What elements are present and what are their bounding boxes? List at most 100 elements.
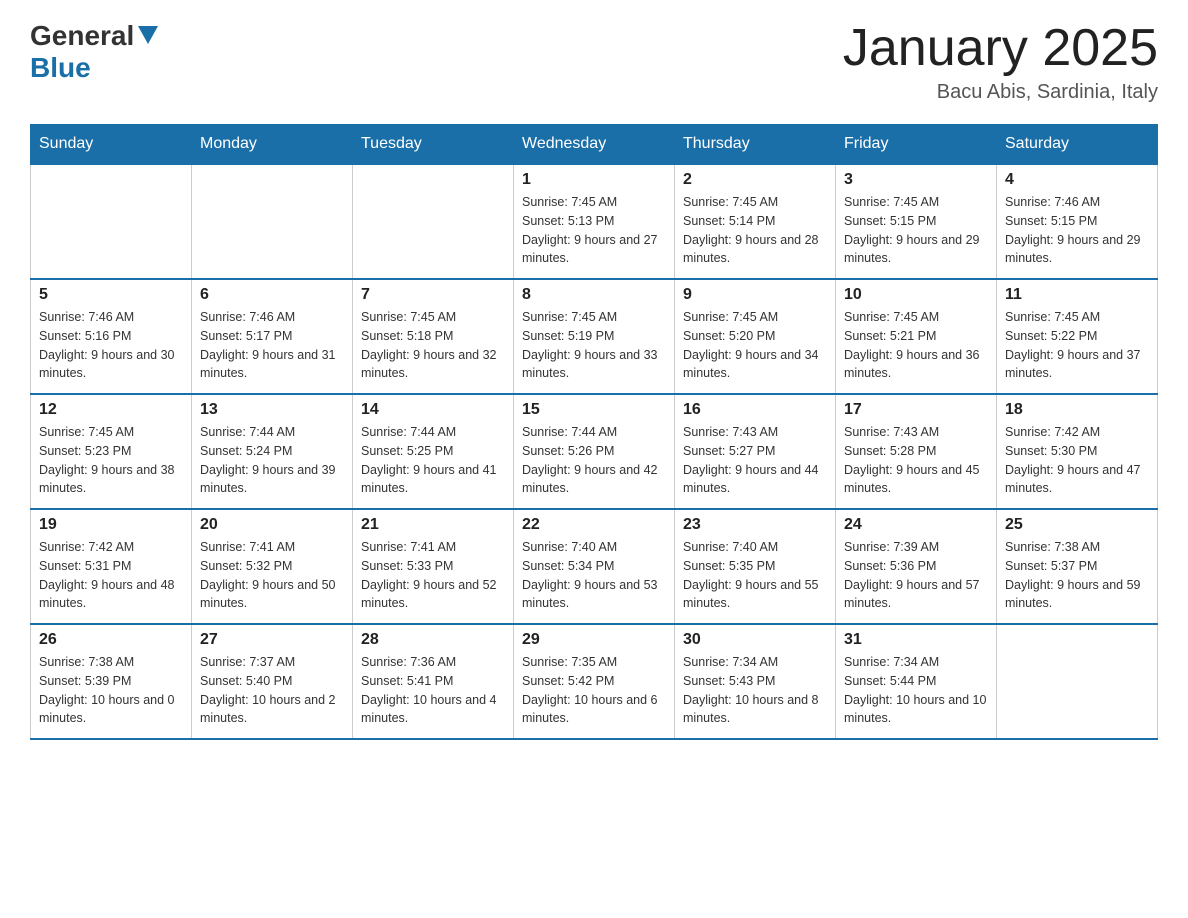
day-info: Sunrise: 7:42 AM Sunset: 5:31 PM Dayligh… [39,538,183,613]
day-of-week-header: Wednesday [514,125,675,165]
calendar-cell: 15 Sunrise: 7:44 AM Sunset: 5:26 PM Dayli… [514,394,675,509]
calendar-cell [31,164,192,279]
day-info: Sunrise: 7:37 AM Sunset: 5:40 PM Dayligh… [200,653,344,728]
day-info: Sunrise: 7:34 AM Sunset: 5:43 PM Dayligh… [683,653,827,728]
day-info: Sunrise: 7:45 AM Sunset: 5:19 PM Dayligh… [522,308,666,383]
day-number: 16 [683,401,827,419]
day-of-week-header: Saturday [997,125,1158,165]
day-info: Sunrise: 7:45 AM Sunset: 5:18 PM Dayligh… [361,308,505,383]
day-info: Sunrise: 7:45 AM Sunset: 5:23 PM Dayligh… [39,423,183,498]
calendar-cell: 24 Sunrise: 7:39 AM Sunset: 5:36 PM Dayli… [836,509,997,624]
day-info: Sunrise: 7:45 AM Sunset: 5:22 PM Dayligh… [1005,308,1149,383]
calendar-week-row: 19 Sunrise: 7:42 AM Sunset: 5:31 PM Dayli… [31,509,1158,624]
calendar-week-row: 26 Sunrise: 7:38 AM Sunset: 5:39 PM Dayli… [31,624,1158,739]
day-number: 3 [844,171,988,189]
day-number: 18 [1005,401,1149,419]
day-info: Sunrise: 7:45 AM Sunset: 5:13 PM Dayligh… [522,193,666,268]
logo-triangle-icon [137,25,159,50]
day-info: Sunrise: 7:46 AM Sunset: 5:15 PM Dayligh… [1005,193,1149,268]
calendar-cell: 21Sunrise: 7:41 AM Sunset: 5:33 PM Dayli… [353,509,514,624]
day-number: 10 [844,286,988,304]
calendar-cell: 12Sunrise: 7:45 AM Sunset: 5:23 PM Dayli… [31,394,192,509]
day-info: Sunrise: 7:43 AM Sunset: 5:27 PM Dayligh… [683,423,827,498]
day-info: Sunrise: 7:41 AM Sunset: 5:33 PM Dayligh… [361,538,505,613]
page-header: General Blue January 2025 Bacu Abis, Sar… [30,20,1158,104]
day-info: Sunrise: 7:40 AM Sunset: 5:34 PM Dayligh… [522,538,666,613]
day-info: Sunrise: 7:35 AM Sunset: 5:42 PM Dayligh… [522,653,666,728]
day-info: Sunrise: 7:40 AM Sunset: 5:35 PM Dayligh… [683,538,827,613]
day-number: 8 [522,286,666,304]
day-number: 1 [522,171,666,189]
day-number: 4 [1005,171,1149,189]
day-number: 26 [39,631,183,649]
calendar-week-row: 12Sunrise: 7:45 AM Sunset: 5:23 PM Dayli… [31,394,1158,509]
day-number: 9 [683,286,827,304]
calendar-table: SundayMondayTuesdayWednesdayThursdayFrid… [30,124,1158,740]
day-number: 25 [1005,516,1149,534]
calendar-cell: 26 Sunrise: 7:38 AM Sunset: 5:39 PM Dayli… [31,624,192,739]
day-info: Sunrise: 7:44 AM Sunset: 5:25 PM Dayligh… [361,423,505,498]
day-number: 29 [522,631,666,649]
calendar-cell: 6Sunrise: 7:46 AM Sunset: 5:17 PM Daylig… [192,279,353,394]
day-number: 24 [844,516,988,534]
day-number: 14 [361,401,505,419]
day-number: 20 [200,516,344,534]
calendar-cell: 11 Sunrise: 7:45 AM Sunset: 5:22 PM Dayli… [997,279,1158,394]
calendar-cell: 10 Sunrise: 7:45 AM Sunset: 5:21 PM Dayli… [836,279,997,394]
calendar-cell: 13 Sunrise: 7:44 AM Sunset: 5:24 PM Dayli… [192,394,353,509]
day-info: Sunrise: 7:41 AM Sunset: 5:32 PM Dayligh… [200,538,344,613]
calendar-cell: 28 Sunrise: 7:36 AM Sunset: 5:41 PM Dayli… [353,624,514,739]
calendar-cell: 17 Sunrise: 7:43 AM Sunset: 5:28 PM Dayli… [836,394,997,509]
day-number: 31 [844,631,988,649]
day-of-week-header: Tuesday [353,125,514,165]
calendar-cell: 25 Sunrise: 7:38 AM Sunset: 5:37 PM Dayli… [997,509,1158,624]
month-title: January 2025 [843,20,1158,77]
day-number: 15 [522,401,666,419]
day-number: 11 [1005,286,1149,304]
day-info: Sunrise: 7:45 AM Sunset: 5:15 PM Dayligh… [844,193,988,268]
day-number: 13 [200,401,344,419]
day-info: Sunrise: 7:44 AM Sunset: 5:26 PM Dayligh… [522,423,666,498]
day-info: Sunrise: 7:43 AM Sunset: 5:28 PM Dayligh… [844,423,988,498]
calendar-cell: 27 Sunrise: 7:37 AM Sunset: 5:40 PM Dayli… [192,624,353,739]
calendar-cell: 3 Sunrise: 7:45 AM Sunset: 5:15 PM Daylig… [836,164,997,279]
day-number: 22 [522,516,666,534]
day-info: Sunrise: 7:36 AM Sunset: 5:41 PM Dayligh… [361,653,505,728]
calendar-cell: 5Sunrise: 7:46 AM Sunset: 5:16 PM Daylig… [31,279,192,394]
calendar-cell: 16 Sunrise: 7:43 AM Sunset: 5:27 PM Dayli… [675,394,836,509]
day-number: 27 [200,631,344,649]
calendar-cell: 4 Sunrise: 7:46 AM Sunset: 5:15 PM Daylig… [997,164,1158,279]
day-info: Sunrise: 7:39 AM Sunset: 5:36 PM Dayligh… [844,538,988,613]
location: Bacu Abis, Sardinia, Italy [843,81,1158,104]
calendar-cell: 14 Sunrise: 7:44 AM Sunset: 5:25 PM Dayli… [353,394,514,509]
day-of-week-header: Thursday [675,125,836,165]
day-info: Sunrise: 7:38 AM Sunset: 5:39 PM Dayligh… [39,653,183,728]
header-row: SundayMondayTuesdayWednesdayThursdayFrid… [31,125,1158,165]
day-info: Sunrise: 7:46 AM Sunset: 5:16 PM Dayligh… [39,308,183,383]
day-number: 2 [683,171,827,189]
calendar-cell: 2Sunrise: 7:45 AM Sunset: 5:14 PM Daylig… [675,164,836,279]
calendar-cell: 29 Sunrise: 7:35 AM Sunset: 5:42 PM Dayli… [514,624,675,739]
day-info: Sunrise: 7:45 AM Sunset: 5:21 PM Dayligh… [844,308,988,383]
calendar-cell: 9Sunrise: 7:45 AM Sunset: 5:20 PM Daylig… [675,279,836,394]
day-number: 17 [844,401,988,419]
day-number: 6 [200,286,344,304]
calendar-cell: 18Sunrise: 7:42 AM Sunset: 5:30 PM Dayli… [997,394,1158,509]
logo-blue: Blue [30,52,91,84]
day-number: 28 [361,631,505,649]
day-info: Sunrise: 7:34 AM Sunset: 5:44 PM Dayligh… [844,653,988,728]
calendar-cell: 23 Sunrise: 7:40 AM Sunset: 5:35 PM Dayli… [675,509,836,624]
day-info: Sunrise: 7:38 AM Sunset: 5:37 PM Dayligh… [1005,538,1149,613]
calendar-cell [353,164,514,279]
day-of-week-header: Monday [192,125,353,165]
calendar-cell: 22 Sunrise: 7:40 AM Sunset: 5:34 PM Dayli… [514,509,675,624]
day-info: Sunrise: 7:44 AM Sunset: 5:24 PM Dayligh… [200,423,344,498]
calendar-week-row: 5Sunrise: 7:46 AM Sunset: 5:16 PM Daylig… [31,279,1158,394]
day-number: 19 [39,516,183,534]
calendar-cell: 30 Sunrise: 7:34 AM Sunset: 5:43 PM Dayli… [675,624,836,739]
logo: General Blue [30,20,159,84]
day-of-week-header: Sunday [31,125,192,165]
day-number: 23 [683,516,827,534]
calendar-cell: 31 Sunrise: 7:34 AM Sunset: 5:44 PM Dayli… [836,624,997,739]
day-number: 30 [683,631,827,649]
